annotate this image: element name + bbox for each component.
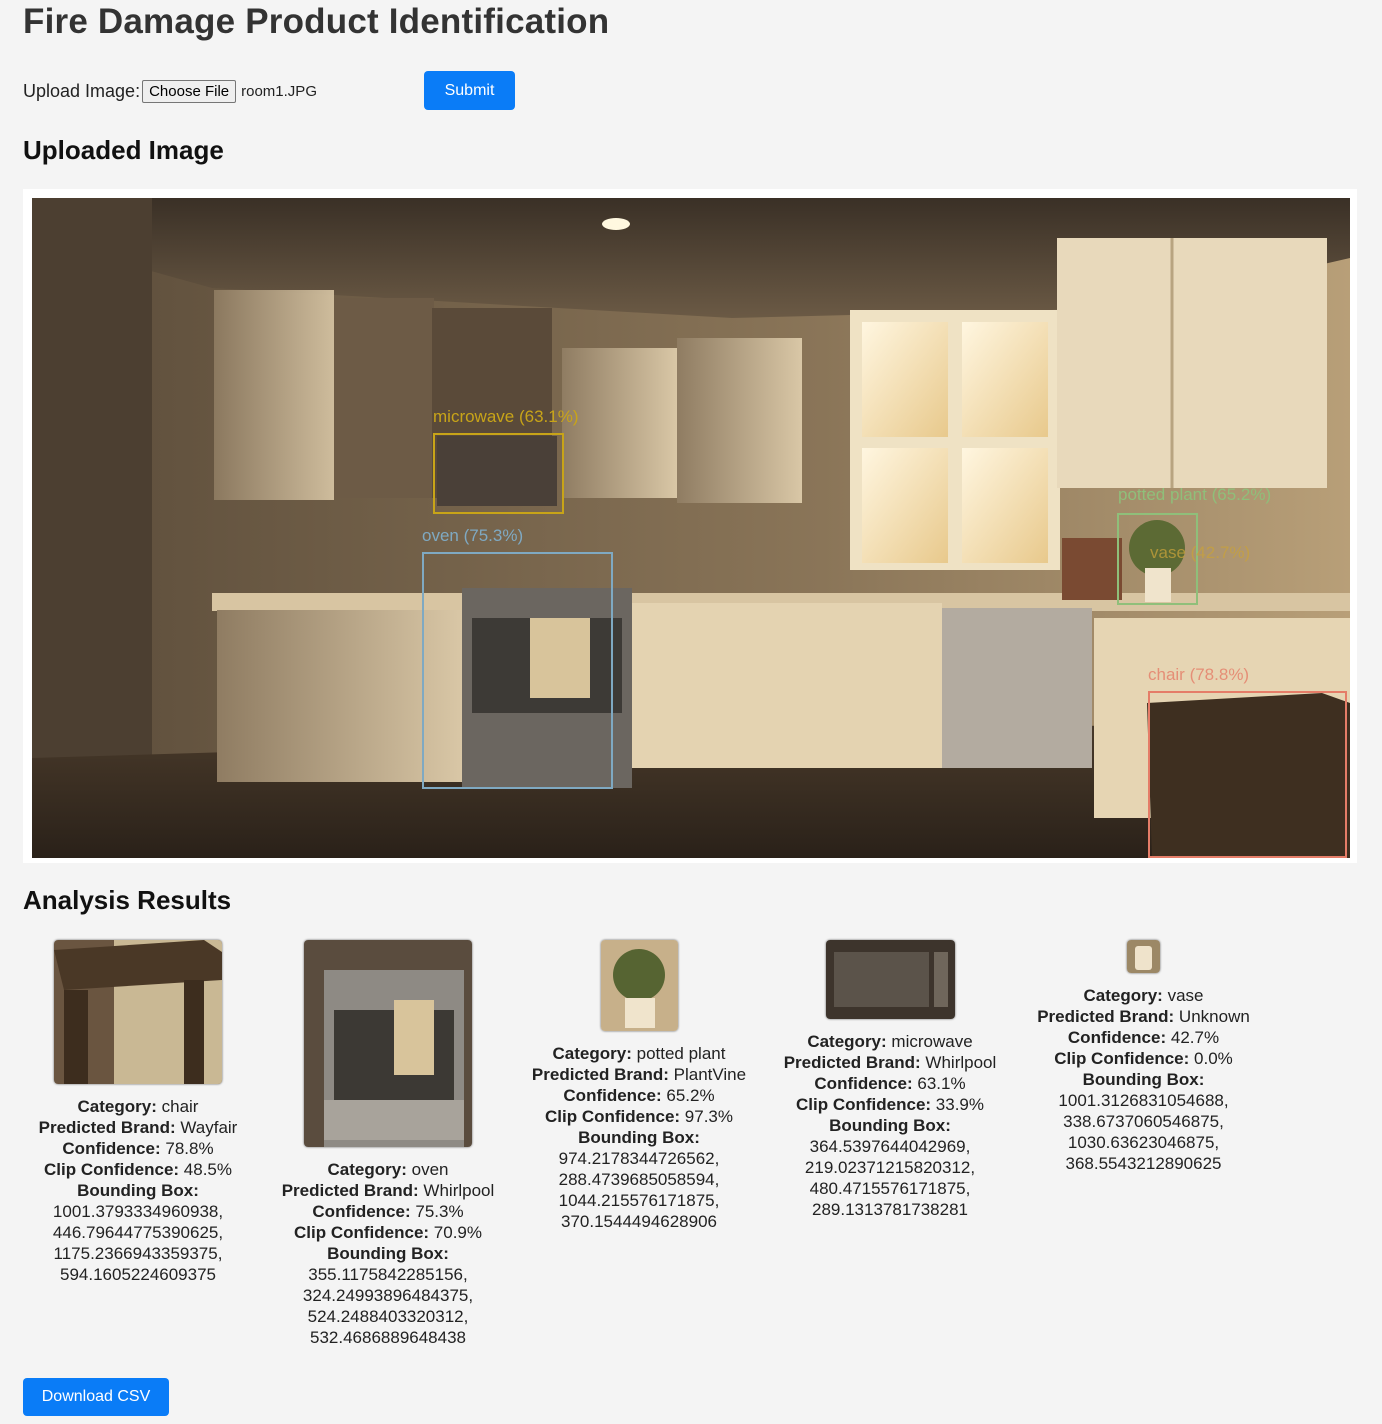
oven-thumbnail-image xyxy=(304,940,472,1147)
result-bbox-oven: 355.1175842285156, 324.24993896484375, 52… xyxy=(302,1265,474,1347)
result-confidence-potted-plant: Confidence: 65.2% xyxy=(563,1086,715,1105)
detection-oven-label: oven (75.3%) xyxy=(422,526,524,545)
detection-chair-label: chair (78.8%) xyxy=(1148,665,1250,684)
result-thumbnail-microwave xyxy=(825,940,955,1019)
result-confidence-oven: Confidence: 75.3% xyxy=(312,1202,464,1221)
result-brand-vase: Predicted Brand: Unknown xyxy=(1037,1007,1250,1026)
result-card-vase: Category: vase Predicted Brand: Unknown … xyxy=(1031,940,1256,1174)
result-card-chair: Category: chair Predicted Brand: Wayfair… xyxy=(28,940,248,1285)
result-clip-confidence-vase: Clip Confidence: 0.0% xyxy=(1054,1049,1233,1068)
result-brand-microwave: Predicted Brand: Whirlpool xyxy=(783,1053,997,1072)
page-title: Fire Damage Product Identification xyxy=(23,2,610,41)
result-thumbnail-oven xyxy=(304,940,472,1147)
result-brand-chair: Predicted Brand: Wayfair xyxy=(38,1118,238,1137)
microwave-thumbnail-image xyxy=(825,940,955,1019)
submit-button[interactable]: Submit xyxy=(424,71,515,110)
result-bbox-label-potted-plant: Bounding Box: xyxy=(578,1128,700,1147)
potted-plant-thumbnail-image xyxy=(600,940,678,1031)
result-card-potted-plant: Category: potted plant Predicted Brand: … xyxy=(529,940,749,1232)
chair-thumbnail-image xyxy=(54,940,222,1084)
result-clip-confidence-oven: Clip Confidence: 70.9% xyxy=(294,1223,482,1242)
result-clip-confidence-chair: Clip Confidence: 48.5% xyxy=(44,1160,232,1179)
result-thumbnail-chair xyxy=(54,940,222,1084)
result-confidence-vase: Confidence: 42.7% xyxy=(1067,1028,1220,1047)
result-category-microwave: Category: microwave xyxy=(807,1032,973,1051)
detection-potted-plant-label: potted plant (65.2%) xyxy=(1118,485,1272,504)
result-bbox-vase: 1001.3126831054688, 338.6737060546875, 10… xyxy=(1058,1091,1229,1173)
choose-file-button[interactable]: Choose File xyxy=(142,79,237,103)
result-clip-confidence-potted-plant: Clip Confidence: 97.3% xyxy=(545,1107,733,1126)
analysis-results-heading: Analysis Results xyxy=(23,885,232,915)
result-thumbnail-potted-plant xyxy=(600,940,678,1031)
selected-file-name: room1.JPG xyxy=(241,82,317,100)
result-category-potted-plant: Category: potted plant xyxy=(552,1044,726,1063)
result-brand-potted-plant: Predicted Brand: PlantVine xyxy=(531,1065,747,1084)
result-clip-confidence-microwave: Clip Confidence: 33.9% xyxy=(796,1095,984,1114)
uploaded-image-heading: Uploaded Image xyxy=(23,135,224,165)
result-bbox-label-vase: Bounding Box: xyxy=(1082,1070,1205,1089)
result-thumbnail-vase xyxy=(1127,940,1160,973)
result-bbox-label-chair: Bounding Box: xyxy=(77,1181,199,1200)
result-bbox-label-oven: Bounding Box: xyxy=(327,1244,449,1263)
result-category-chair: Category: chair xyxy=(77,1097,199,1116)
detection-vase-label: vase (42.7%) xyxy=(1150,543,1251,562)
result-confidence-chair: Confidence: 78.8% xyxy=(62,1139,214,1158)
result-category-vase: Category: vase xyxy=(1083,986,1204,1005)
result-card-oven: Category: oven Predicted Brand: Whirlpoo… xyxy=(278,940,498,1348)
result-bbox-chair: 1001.3793334960938, 446.79644775390625, 1… xyxy=(52,1202,224,1284)
vase-thumbnail-image xyxy=(1127,940,1160,973)
detection-microwave-label: microwave (63.1%) xyxy=(433,407,579,426)
detection-chair-box xyxy=(1148,691,1347,858)
result-bbox-microwave: 364.5397644042969, 219.02371215820312, 48… xyxy=(804,1137,976,1219)
result-confidence-microwave: Confidence: 63.1% xyxy=(814,1074,966,1093)
result-category-oven: Category: oven xyxy=(327,1160,449,1179)
result-brand-oven: Predicted Brand: Whirlpool xyxy=(281,1181,495,1200)
result-card-microwave: Category: microwave Predicted Brand: Whi… xyxy=(780,940,1000,1220)
download-csv-button[interactable]: Download CSV xyxy=(23,1378,169,1416)
result-bbox-label-microwave: Bounding Box: xyxy=(829,1116,951,1135)
detection-microwave-box xyxy=(433,433,564,514)
upload-label: Upload Image: xyxy=(23,80,141,101)
detection-oven-box xyxy=(422,552,613,789)
upload-row: Upload Image: Choose File room1.JPG xyxy=(23,78,317,104)
result-bbox-potted-plant: 974.2178344726562, 288.4739685058594, 104… xyxy=(558,1149,720,1231)
